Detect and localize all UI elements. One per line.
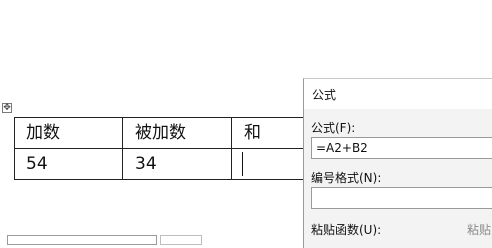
formula-input[interactable]: =A2+B2 bbox=[311, 137, 492, 159]
number-format-input[interactable] bbox=[311, 187, 492, 209]
dialog-title: 公式 bbox=[312, 88, 337, 102]
text-caret bbox=[242, 152, 243, 176]
paste-bookmark-select[interactable] bbox=[160, 235, 202, 245]
table-border-top bbox=[14, 117, 304, 118]
table-data-cell[interactable]: 34 bbox=[135, 154, 157, 174]
table-border-middle bbox=[14, 148, 304, 149]
paste-function-label: 粘贴函数(U): bbox=[311, 223, 382, 237]
formula-label: 公式(F): bbox=[311, 121, 356, 135]
formula-dialog: 公式 公式(F): =A2+B2 编号格式(N): 粘贴函数(U): 粘贴 bbox=[303, 78, 492, 248]
table-border-left bbox=[14, 117, 15, 180]
table-column-divider-1 bbox=[122, 117, 123, 180]
table-border-bottom bbox=[14, 179, 304, 180]
table-header-cell[interactable]: 和 bbox=[244, 123, 261, 143]
table-move-handle-icon[interactable]: ✥ bbox=[2, 103, 12, 113]
table-header-cell[interactable]: 被加数 bbox=[135, 123, 186, 143]
number-format-label: 编号格式(N): bbox=[311, 171, 382, 185]
paste-bookmark-label: 粘贴 bbox=[467, 223, 492, 237]
table-data-cell[interactable]: 54 bbox=[26, 154, 48, 174]
table-column-divider-2 bbox=[231, 117, 232, 180]
paste-function-select[interactable] bbox=[7, 235, 157, 245]
dialog-titlebar[interactable]: 公式 bbox=[304, 79, 492, 109]
table-header-cell[interactable]: 加数 bbox=[26, 123, 60, 143]
